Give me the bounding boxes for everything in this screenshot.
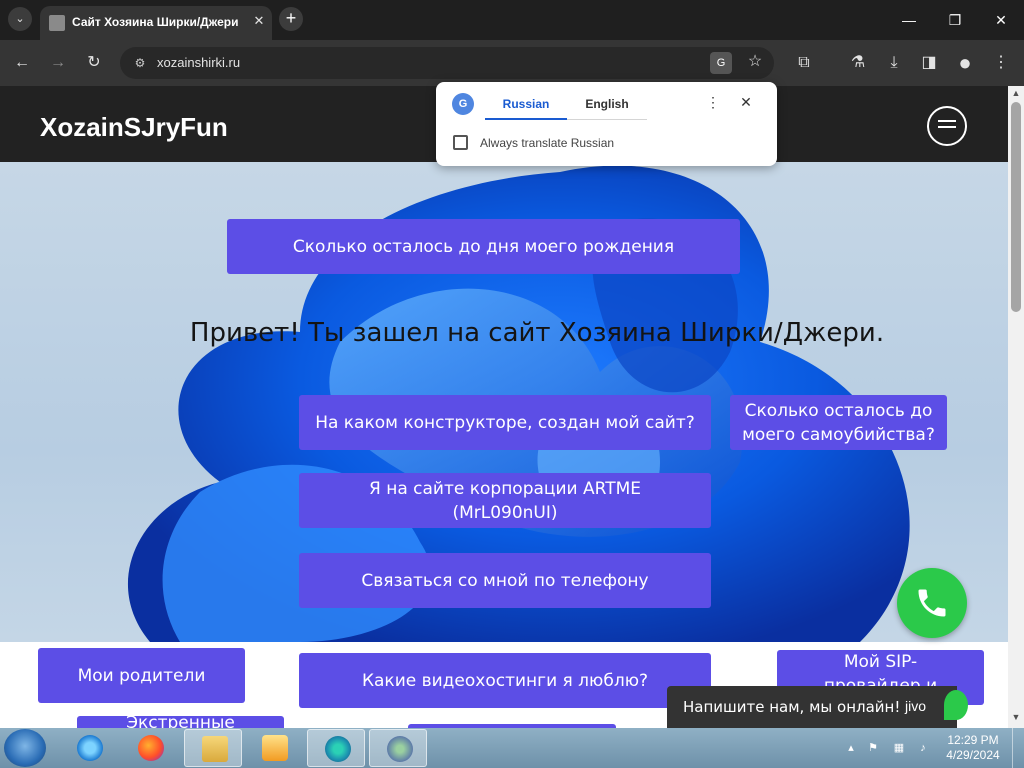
taskbar-file-explorer[interactable] bbox=[184, 729, 242, 767]
translate-icon[interactable]: G bbox=[710, 52, 732, 74]
call-me-button[interactable]: Связаться со мной по телефону bbox=[299, 553, 711, 608]
jivo-brand: jivo bbox=[905, 698, 927, 714]
site-logo[interactable]: XozainSJryFun bbox=[40, 112, 228, 143]
emergency-button[interactable]: Экстренные bbox=[77, 716, 284, 728]
page-viewport: XozainSJryFun Привет! Ты зашел на сайт Х… bbox=[0, 86, 1008, 728]
media-player-icon bbox=[262, 735, 288, 761]
translate-popup: G Russian English ⋮ ✕ Always translate R… bbox=[436, 82, 777, 166]
extensions-icon[interactable]: ⧉ bbox=[791, 50, 817, 76]
tab-title: Сайт Хозяина Ширки/Джери bbox=[72, 15, 239, 29]
reload-icon[interactable]: ↻ bbox=[81, 50, 107, 76]
taskbar-firefox[interactable] bbox=[121, 729, 179, 767]
chat-invite-text[interactable]: Напишите нам, мы онлайн! bbox=[683, 698, 900, 716]
phone-call-fab[interactable] bbox=[897, 568, 967, 638]
profile-avatar-icon[interactable]: ● bbox=[952, 50, 978, 76]
scroll-down-arrow-icon[interactable]: ▼ bbox=[1008, 712, 1024, 726]
firefox-icon bbox=[138, 735, 164, 761]
url-text[interactable]: xozainshirki.ru bbox=[157, 55, 240, 70]
volume-muted-icon[interactable]: ♪ bbox=[916, 741, 930, 755]
taskbar-chrome[interactable] bbox=[307, 729, 365, 767]
downloads-icon[interactable]: ⤓ bbox=[881, 50, 907, 76]
phone-icon bbox=[918, 589, 946, 617]
new-tab-button[interactable]: + bbox=[279, 7, 303, 31]
translate-options-icon[interactable]: ⋮ bbox=[706, 94, 720, 114]
tab-favicon-icon bbox=[49, 15, 65, 31]
taskbar-paint[interactable] bbox=[369, 729, 427, 767]
taskbar-media-player[interactable] bbox=[245, 729, 303, 767]
system-tray: ▴ ⚑ ▦ ♪ 12:29 PM 4/29/2024 bbox=[842, 728, 1024, 768]
chat-bubble-icon[interactable] bbox=[944, 690, 968, 720]
scroll-up-arrow-icon[interactable]: ▲ bbox=[1008, 88, 1024, 102]
address-bar[interactable]: ⚙ xozainshirki.ru G ☆ bbox=[120, 47, 774, 79]
site-constructor-button[interactable]: На каком конструкторе, создан мой сайт? bbox=[299, 395, 711, 450]
translate-close-icon[interactable]: ✕ bbox=[736, 94, 756, 114]
video-hosting-button[interactable]: Какие видеохостинги я люблю? bbox=[299, 653, 711, 708]
labs-icon[interactable]: ⚗ bbox=[845, 50, 871, 76]
maximize-button[interactable]: ❐ bbox=[932, 6, 978, 34]
scrollbar-thumb[interactable] bbox=[1011, 102, 1021, 312]
greeting-heading: Привет! Ты зашел на сайт Хозяина Ширки/Д… bbox=[189, 318, 885, 348]
translate-tab-source[interactable]: Russian bbox=[485, 90, 567, 120]
action-center-flag-icon[interactable]: ⚑ bbox=[866, 741, 880, 755]
internet-explorer-icon bbox=[77, 735, 103, 761]
system-clock[interactable]: 12:29 PM 4/29/2024 bbox=[942, 733, 1004, 763]
hamburger-menu-button[interactable] bbox=[927, 106, 967, 146]
close-window-button[interactable]: ✕ bbox=[978, 6, 1024, 34]
windows-taskbar: ▴ ⚑ ▦ ♪ 12:29 PM 4/29/2024 bbox=[0, 728, 1024, 768]
start-button[interactable] bbox=[4, 729, 46, 767]
always-translate-checkbox[interactable] bbox=[453, 135, 468, 150]
show-desktop-button[interactable] bbox=[1012, 728, 1024, 768]
always-translate-label[interactable]: Always translate Russian bbox=[480, 136, 614, 150]
browser-tab[interactable]: Сайт Хозяина Ширки/Джери ✕ bbox=[40, 6, 272, 40]
back-icon[interactable]: ← bbox=[9, 50, 35, 76]
folder-icon bbox=[202, 736, 228, 762]
network-icon[interactable]: ▦ bbox=[892, 741, 906, 755]
bookmark-star-icon[interactable]: ☆ bbox=[744, 51, 766, 73]
clock-date: 4/29/2024 bbox=[946, 748, 1000, 762]
show-hidden-icons[interactable]: ▴ bbox=[844, 741, 858, 755]
browser-menu-icon[interactable]: ⋮ bbox=[988, 50, 1014, 76]
clock-time: 12:29 PM bbox=[947, 733, 999, 747]
live-chat-widget[interactable]: Напишите нам, мы онлайн! jivo bbox=[667, 686, 957, 728]
side-panel-icon[interactable]: ◨ bbox=[916, 50, 942, 76]
translate-tab-target[interactable]: English bbox=[567, 90, 647, 120]
taskbar-internet-explorer[interactable] bbox=[60, 729, 118, 767]
birthday-countdown-button[interactable]: Сколько осталось до дня моего рождения bbox=[227, 219, 740, 274]
artme-corporation-button[interactable]: Я на сайте корпорации ARTME (MrL090nUI) bbox=[299, 473, 711, 528]
tab-search-button[interactable]: ⌄ bbox=[8, 7, 32, 31]
minimize-button[interactable]: — bbox=[886, 6, 932, 34]
browser-titlebar: ⌄ Сайт Хозяина Ширки/Джери ✕ + — ❐ ✕ bbox=[0, 0, 1024, 40]
paint-icon bbox=[387, 736, 413, 762]
tab-close-icon[interactable]: ✕ bbox=[249, 11, 269, 31]
forward-icon[interactable]: → bbox=[45, 50, 71, 76]
page-scrollbar[interactable]: ▲ ▼ bbox=[1008, 86, 1024, 728]
site-info-icon[interactable]: ⚙ bbox=[131, 54, 149, 72]
my-parents-button[interactable]: Мои родители bbox=[38, 648, 245, 703]
google-translate-icon: G bbox=[452, 93, 474, 115]
browser-app-icon bbox=[325, 736, 351, 762]
countdown-button-2[interactable]: Сколько осталось до моего самоубийства? bbox=[730, 395, 947, 450]
browser-toolbar: ← → ↻ ⚙ xozainshirki.ru G ☆ ⧉ ⚗ ⤓ ◨ ● ⋮ bbox=[0, 40, 1024, 86]
